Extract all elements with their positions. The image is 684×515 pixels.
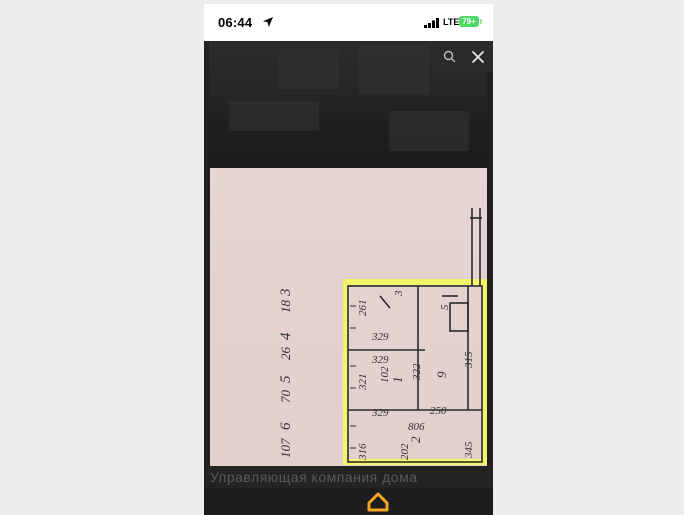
network-type: LTE bbox=[443, 17, 460, 27]
photo-shape bbox=[389, 111, 469, 151]
margin-number: 107 bbox=[278, 438, 293, 458]
phone-screen: 06:44 LTE 79+ 3 18 4 26 5 70 6 107 3 261… bbox=[204, 4, 493, 515]
status-time: 06:44 bbox=[218, 15, 253, 30]
photo-shape bbox=[279, 49, 339, 89]
room-label: 329 bbox=[371, 331, 389, 343]
margin-number: 6 bbox=[278, 422, 294, 430]
photo-shape bbox=[229, 101, 319, 131]
room-label: 315 bbox=[463, 351, 475, 369]
home-logo-icon[interactable] bbox=[367, 492, 389, 512]
floor-plan-drawing: 3 18 4 26 5 70 6 107 3 261 329 329 1 102 bbox=[278, 208, 487, 465]
plan-windows bbox=[350, 305, 356, 449]
room-label: 1 bbox=[390, 377, 405, 384]
plan-margin-numbers: 3 18 4 26 5 70 6 107 bbox=[278, 289, 294, 459]
room-label: 316 bbox=[357, 443, 369, 461]
room-label: 261 bbox=[357, 300, 369, 317]
room-label: 202 bbox=[399, 443, 411, 460]
margin-number: 18 bbox=[278, 300, 293, 314]
room-label: 3 bbox=[393, 290, 405, 297]
margin-number: 26 bbox=[278, 347, 293, 361]
bottom-bar bbox=[204, 488, 493, 515]
margin-number: 70 bbox=[278, 390, 293, 404]
photo-shape bbox=[359, 45, 429, 95]
room-label: 5 bbox=[439, 304, 451, 310]
room-label: 345 bbox=[463, 441, 475, 459]
viewer-toolbar bbox=[433, 41, 493, 72]
margin-number: 3 bbox=[278, 289, 294, 298]
battery-tip bbox=[480, 19, 482, 24]
room-label: 329 bbox=[371, 354, 389, 366]
image-viewer: 3 18 4 26 5 70 6 107 3 261 329 329 1 102 bbox=[204, 41, 493, 515]
margin-number: 5 bbox=[278, 375, 294, 383]
cellular-signal-icon bbox=[424, 18, 439, 28]
room-label: 2 bbox=[408, 436, 423, 443]
location-arrow-icon bbox=[263, 17, 273, 27]
search-icon[interactable] bbox=[439, 46, 461, 68]
room-label: 329 bbox=[371, 407, 389, 419]
status-bar: 06:44 LTE 79+ bbox=[204, 4, 493, 41]
close-icon[interactable] bbox=[467, 46, 489, 68]
battery-icon: 79+ bbox=[459, 16, 479, 27]
room-label: 321 bbox=[357, 374, 369, 392]
blurred-caption-text: Управляющая компания дома bbox=[204, 466, 493, 488]
margin-number: 4 bbox=[278, 332, 294, 340]
battery-level: 79+ bbox=[462, 17, 476, 26]
room-label: 806 bbox=[408, 421, 425, 433]
room-label: 322 bbox=[411, 363, 423, 381]
floor-plan-photo: 3 18 4 26 5 70 6 107 3 261 329 329 1 102 bbox=[210, 168, 487, 466]
room-label: 9 bbox=[434, 371, 449, 378]
plan-room-labels: 3 261 329 329 1 102 321 322 9 315 329 25… bbox=[357, 290, 475, 461]
room-label: 250 bbox=[430, 405, 447, 417]
room-label: 102 bbox=[379, 366, 391, 383]
